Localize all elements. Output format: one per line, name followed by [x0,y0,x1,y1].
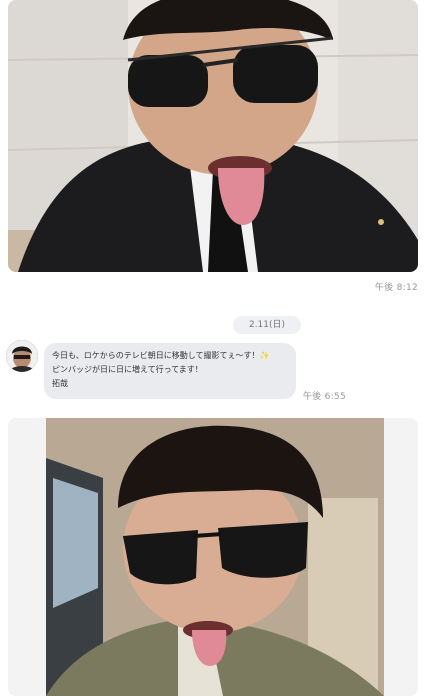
avatar[interactable] [6,340,38,372]
photo-message[interactable] [8,418,418,696]
text-message-bubble[interactable]: 今日も、ロケからのテレビ朝日に移動して撮影てぇ〜す！✨ ピンバッジが日に日に増え… [44,343,296,399]
photo-message[interactable] [8,0,418,272]
message-line: 拓哉 [52,379,68,388]
photo-image [8,0,418,272]
chat-timeline[interactable]: 午後 8:12 2.11(日) 今日も、ロケからのテレビ朝日に移動して撮影てぇ〜… [0,0,426,696]
avatar-image [6,340,38,372]
message-line: ピンバッジが日に日に増えて行ってます！ [52,365,203,374]
photo-image [8,418,418,696]
message-timestamp: 午後 6:55 [302,392,346,402]
date-separator: 2.11(日) [233,316,301,334]
message-line: 今日も、ロケからのテレビ朝日に移動して撮影てぇ〜す！✨ [52,351,270,360]
message-timestamp: 午後 8:12 [374,283,418,293]
